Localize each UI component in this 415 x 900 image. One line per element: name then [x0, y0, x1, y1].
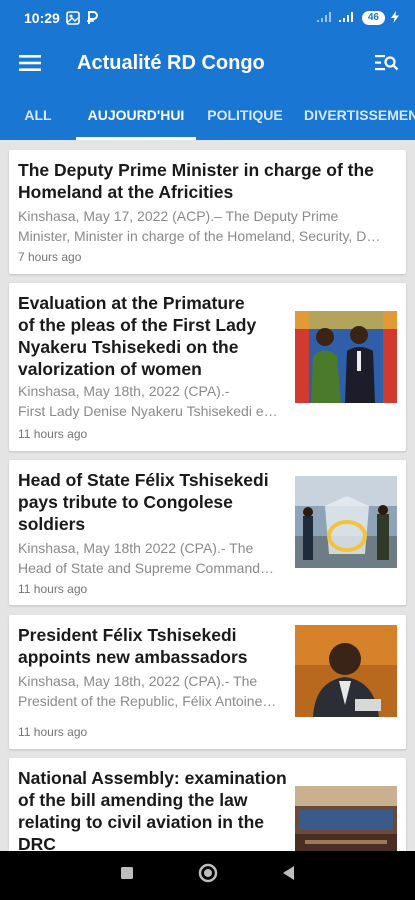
category-tabs: ALL AUJOURD'HUI POLITIQUE DIVERTISSEMENT [0, 90, 415, 140]
status-bar: 10:29 46 [0, 0, 415, 36]
article-age: 11 hours ago [18, 725, 88, 739]
square-icon [120, 867, 133, 879]
home-button[interactable] [198, 863, 218, 888]
tab-all[interactable]: ALL [0, 90, 76, 140]
article-snippet: Kinshasa, May 18th, 2022 (CPA).- The Pre… [18, 673, 277, 709]
article-headline: Head of State Félix Tshisekedi pays trib… [18, 470, 269, 534]
pay-notification-icon [86, 11, 98, 25]
search-button[interactable] [359, 36, 415, 90]
battery-icon: 46 [361, 11, 385, 25]
article-snippet: Kinshasa, May 18th, 2022 (CPA).- First L… [18, 383, 278, 419]
article-headline: National Assembly: examination of the bi… [18, 768, 287, 851]
tab-divertissement[interactable]: DIVERTISSEMENT [294, 90, 415, 140]
article-age: 7 hours ago [18, 250, 82, 264]
article-thumbnail [295, 786, 397, 851]
article-card[interactable]: President Félix Tshisekedi appoints new … [9, 615, 406, 749]
article-card[interactable]: The Deputy Prime Minister in charge of t… [9, 150, 406, 274]
back-triangle-icon [282, 866, 294, 880]
gallery-notification-icon [66, 11, 80, 25]
charging-icon [391, 10, 399, 26]
menu-button[interactable] [0, 36, 60, 90]
article-age: 11 hours ago [18, 427, 88, 441]
status-time: 10:29 [24, 10, 60, 26]
news-feed: The Deputy Prime Minister in charge of t… [0, 140, 415, 851]
back-button[interactable] [282, 865, 296, 886]
system-nav-bar [0, 851, 415, 900]
recents-button[interactable] [120, 866, 134, 885]
article-headline: President Félix Tshisekedi appoints new … [18, 625, 248, 667]
article-card[interactable]: Head of State Félix Tshisekedi pays trib… [9, 460, 406, 605]
app-bar: Actualité RD Congo [0, 36, 415, 90]
circle-icon [198, 863, 217, 883]
article-thumbnail [295, 625, 397, 717]
signal-icon-1 [316, 11, 332, 26]
article-thumbnail [295, 476, 397, 568]
tab-aujourdhui[interactable]: AUJOURD'HUI [76, 90, 196, 140]
search-list-icon [375, 55, 399, 71]
article-thumbnail [295, 311, 397, 403]
article-age: 11 hours ago [18, 582, 88, 596]
menu-icon [19, 55, 41, 71]
signal-icon-2 [338, 11, 356, 26]
article-card[interactable]: National Assembly: examination of the bi… [9, 758, 406, 851]
article-card[interactable]: Evaluation at the Primature of the pleas… [9, 283, 406, 451]
article-headline: The Deputy Prime Minister in charge of t… [18, 160, 374, 202]
article-headline: Evaluation at the Primature of the pleas… [18, 293, 257, 379]
article-snippet: Kinshasa, May 17, 2022 (ACP).– The Deput… [18, 208, 381, 244]
app-title: Actualité RD Congo [77, 51, 265, 74]
tab-politique[interactable]: POLITIQUE [196, 90, 294, 140]
article-snippet: Kinshasa, May 18th 2022 (CPA).- The Head… [18, 540, 275, 576]
